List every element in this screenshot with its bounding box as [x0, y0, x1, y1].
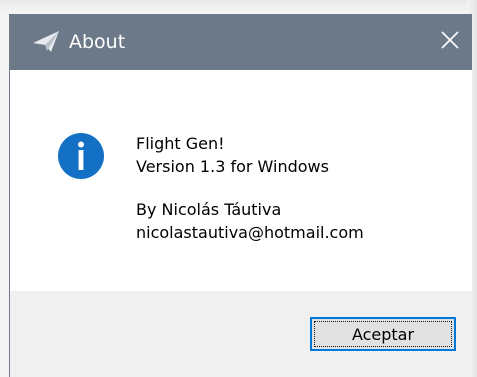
- email-text: nicolastautiva@hotmail.com: [136, 223, 364, 242]
- screen: About Flight Gen! Version 1.3 for Window…: [0, 0, 477, 377]
- title-bar[interactable]: About: [10, 14, 472, 70]
- app-name: Flight Gen!: [136, 134, 225, 153]
- info-icon: [57, 132, 105, 180]
- paper-plane-icon: [32, 30, 60, 54]
- window-title: About: [69, 31, 126, 53]
- dialog-footer: Aceptar: [10, 291, 472, 377]
- accept-button[interactable]: Aceptar: [310, 317, 456, 351]
- close-icon: [441, 31, 459, 53]
- close-button[interactable]: [428, 14, 472, 70]
- dialog-content: Flight Gen! Version 1.3 for Windows By N…: [10, 70, 472, 291]
- text-spacer: [136, 178, 364, 198]
- about-text: Flight Gen! Version 1.3 for Windows By N…: [136, 132, 364, 244]
- version-text: Version 1.3 for Windows: [136, 157, 329, 176]
- about-dialog: About Flight Gen! Version 1.3 for Window…: [9, 14, 472, 377]
- background-shadow: [0, 0, 477, 12]
- author-text: By Nicolás Táutiva: [136, 200, 282, 219]
